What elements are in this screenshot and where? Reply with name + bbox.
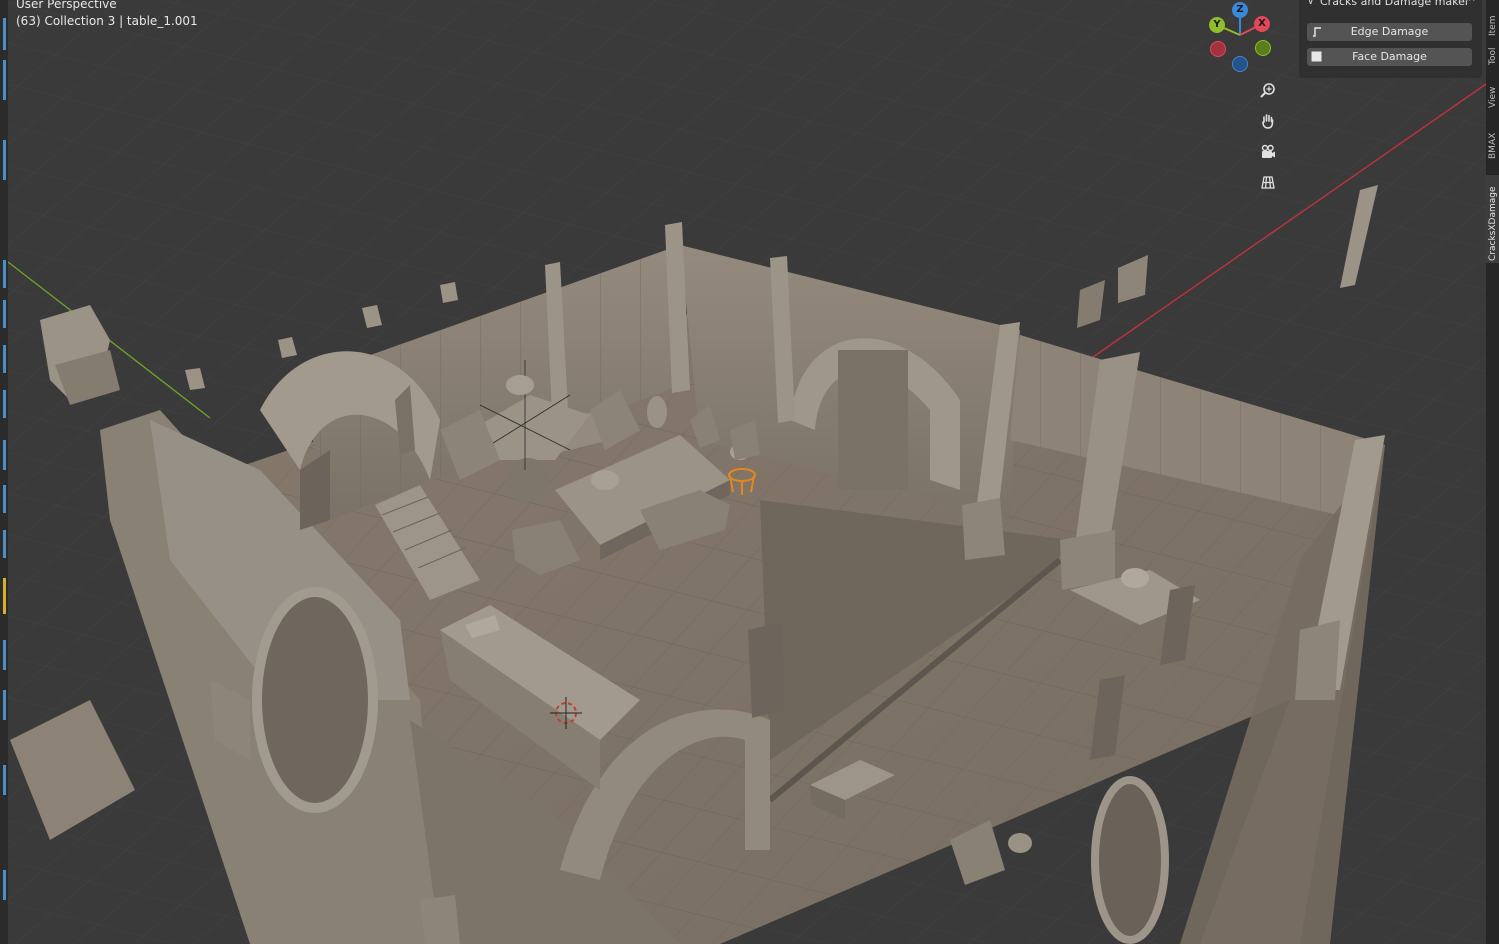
toolbar-tick[interactable] — [3, 18, 6, 50]
teapot — [1008, 833, 1032, 853]
toolbar-tick-active[interactable] — [3, 578, 6, 614]
gizmo-neg-z[interactable] — [1232, 56, 1248, 72]
toolbar-tick[interactable] — [3, 765, 6, 795]
gizmo-neg-x[interactable] — [1210, 41, 1226, 57]
toolbar-tick[interactable] — [3, 300, 6, 328]
toolbar-tick[interactable] — [3, 140, 6, 180]
tab-cracksxdamage[interactable]: CracksXDamage — [1486, 175, 1499, 263]
face-damage-button[interactable]: Face Damage — [1307, 48, 1472, 66]
toolbar-tick[interactable] — [3, 345, 6, 373]
toolbar-tick[interactable] — [3, 390, 6, 418]
tab-item[interactable]: Item — [1486, 0, 1499, 38]
tab-cracksxdamage-label: CracksXDamage — [1488, 186, 1498, 262]
tab-bmax[interactable]: BMAX — [1486, 125, 1499, 161]
toolbar-tick[interactable] — [3, 870, 6, 900]
left-toolbar-strip — [0, 0, 8, 944]
toolbar-tick[interactable] — [3, 440, 6, 470]
grid-ortho-icon[interactable] — [1255, 169, 1281, 195]
tab-tool[interactable]: Tool — [1486, 40, 1499, 67]
panel-title: Cracks and Damage maker — [1320, 0, 1470, 8]
gizmo-y[interactable]: Y — [1209, 17, 1225, 33]
cracks-damage-panel: ∨ Cracks and Damage maker ∷∷ Edge Damage… — [1299, 0, 1482, 78]
toolbar-tick[interactable] — [3, 530, 6, 558]
collection-label: (63) Collection 3 | table_1.001 — [16, 14, 198, 28]
edge-damage-label: Edge Damage — [1350, 25, 1429, 38]
chevron-down-icon[interactable]: ∨ — [1307, 0, 1314, 7]
gizmo-x[interactable]: X — [1254, 16, 1270, 32]
tab-view[interactable]: View — [1486, 80, 1499, 110]
table-lamp — [591, 470, 619, 490]
gizmo-z[interactable]: Z — [1232, 2, 1248, 18]
tab-view-label: View — [1488, 86, 1498, 108]
round-window-left — [252, 587, 378, 813]
navigation-gizmo[interactable]: Z Y X — [1200, 0, 1280, 78]
hand-pan-icon[interactable] — [1255, 108, 1281, 134]
toolbar-tick[interactable] — [3, 260, 6, 288]
zoom-icon[interactable] — [1255, 78, 1281, 104]
camera-icon[interactable] — [1255, 139, 1281, 165]
toolbar-tick[interactable] — [3, 640, 6, 670]
perspective-label: User Perspective — [16, 0, 117, 11]
arch-side-panel — [748, 622, 785, 718]
toolbar-tick[interactable] — [3, 690, 6, 720]
sidebar-tabs: Item Tool View BMAX CracksXDamage — [1486, 0, 1499, 944]
face-damage-icon — [1311, 51, 1322, 62]
tab-bmax-label: BMAX — [1488, 132, 1498, 159]
side-desk-lamp — [1121, 568, 1149, 588]
round-window-right — [1091, 776, 1169, 944]
toolbar-tick[interactable] — [3, 60, 6, 100]
gizmo-neg-y[interactable] — [1255, 40, 1271, 56]
drag-handle-icon[interactable]: ∷∷ — [1461, 0, 1476, 5]
tab-tool-label: Tool — [1488, 47, 1498, 65]
face-damage-label: Face Damage — [1352, 50, 1427, 63]
edge-damage-button[interactable]: Edge Damage — [1307, 23, 1472, 41]
back-door — [838, 350, 908, 490]
toolbar-tick[interactable] — [3, 485, 6, 513]
tab-item-label: Item — [1488, 15, 1498, 37]
panel-header[interactable]: ∨ Cracks and Damage maker ∷∷ — [1299, 0, 1482, 12]
pedestal-vase — [647, 396, 667, 428]
edge-damage-icon — [1313, 27, 1321, 37]
